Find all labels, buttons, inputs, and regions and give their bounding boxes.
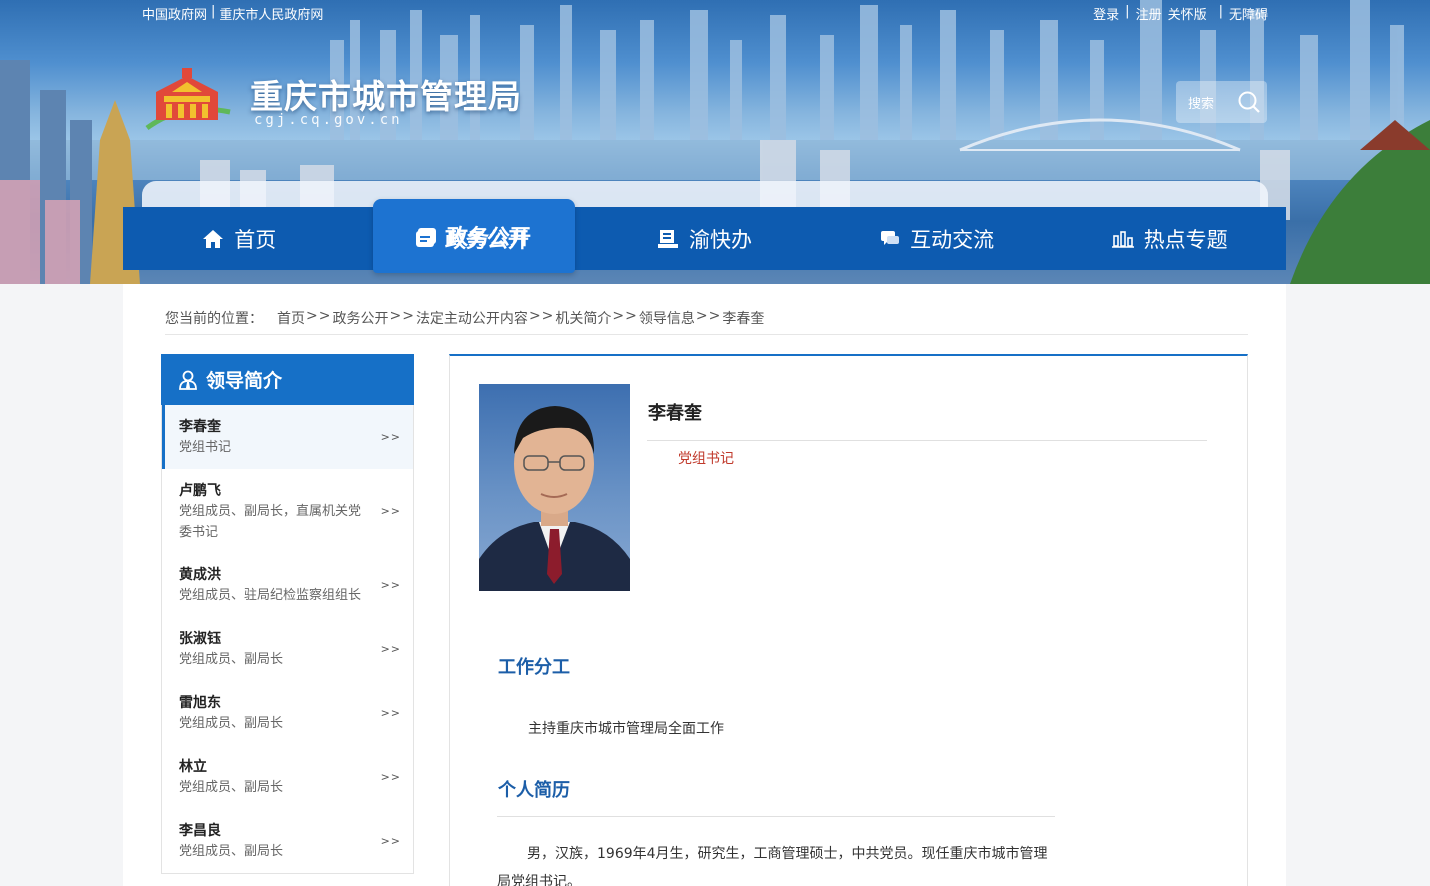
leader-item-3[interactable]: 张淑钰 党组成员、副局长 >> xyxy=(162,617,413,681)
breadcrumb-separator: >> xyxy=(612,308,638,324)
main-nav: 首页 政务公开 渝快办 互动交流 热点专题 xyxy=(123,207,1286,270)
search-label: 搜索 xyxy=(1188,96,1215,112)
service-desk-icon xyxy=(657,229,678,248)
top-link-separator: | xyxy=(1218,4,1223,19)
login-link[interactable]: 登录 xyxy=(1093,4,1119,23)
name-divider xyxy=(647,440,1207,441)
nav-gov-affairs-label: 政务公开 xyxy=(444,227,529,252)
leader-item-6[interactable]: 李昌良 党组成员、副局长 >> xyxy=(162,809,413,873)
government-building-logo xyxy=(145,68,231,131)
portrait-illustration xyxy=(479,406,630,591)
care-mode-link[interactable]: 关怀版 xyxy=(1168,4,1207,23)
nav-gov-affairs[interactable]: 政务公开 xyxy=(356,207,589,270)
chevron-right-icon: >> xyxy=(380,642,401,656)
breadcrumb-gov-affairs[interactable]: 政务公开 xyxy=(332,308,388,334)
leader-sidebar: 领导简介 李春奎 党组书记 >> 卢鹏飞 党组成员、副局长，直属机关党委书记 >… xyxy=(161,354,414,874)
nav-yukuaiban-label: 渝快办 xyxy=(688,227,752,252)
leader-position: 党组成员、副局长 xyxy=(179,780,284,795)
nav-home[interactable]: 首页 xyxy=(123,207,356,270)
leader-icon xyxy=(179,370,197,390)
breadcrumb-separator: >> xyxy=(389,308,415,324)
leader-name: 张淑钰 xyxy=(179,631,221,647)
nav-hot-topics-label: 热点专题 xyxy=(1143,227,1228,252)
breadcrumb-leader-info[interactable]: 领导信息 xyxy=(639,308,695,334)
breadcrumb-separator: >> xyxy=(306,308,332,324)
nav-yukuaiban[interactable]: 渝快办 xyxy=(588,207,821,270)
chevron-right-icon: >> xyxy=(380,770,401,784)
top-link-separator: | xyxy=(1125,4,1130,19)
leader-name: 李春奎 xyxy=(179,419,221,435)
leader-name: 李昌良 xyxy=(179,823,221,839)
leader-position: 党组书记 xyxy=(179,440,232,455)
leader-item-2[interactable]: 黄成洪 党组成员、驻局纪检监察组组长 >> xyxy=(162,553,413,617)
bar-chart-icon xyxy=(1111,230,1134,248)
home-icon xyxy=(203,229,224,248)
cq-gov-link[interactable]: 重庆市人民政府网 xyxy=(219,4,323,23)
header-banner: 中国政府网 | 重庆市人民政府网 登录 | 注册 关怀版 | 无障碍 重庆市城市… xyxy=(0,0,1430,284)
top-links-left: 中国政府网 | 重庆市人民政府网 xyxy=(142,4,323,23)
leader-position: 党组成员、副局长 xyxy=(179,844,284,859)
leader-item-0[interactable]: 李春奎 党组书记 >> xyxy=(162,405,413,469)
sidebar-header: 领导简介 xyxy=(161,354,414,405)
gov-cn-link[interactable]: 中国政府网 xyxy=(142,4,207,23)
leader-item-1[interactable]: 卢鹏飞 党组成员、副局长，直属机关党委书记 >> xyxy=(162,469,413,553)
accessibility-link[interactable]: 无障碍 xyxy=(1229,4,1268,23)
breadcrumb-separator: >> xyxy=(528,308,555,324)
leader-name: 黄成洪 xyxy=(179,567,221,583)
profile-name: 李春奎 xyxy=(648,403,702,424)
sidebar-title: 领导简介 xyxy=(206,370,283,392)
chevron-right-icon: >> xyxy=(380,706,401,720)
breadcrumb-statutory-disclosure[interactable]: 法定主动公开内容 xyxy=(416,308,528,334)
breadcrumb-separator: >> xyxy=(695,308,722,324)
nav-home-label: 首页 xyxy=(234,227,277,252)
nav-interaction-label: 互动交流 xyxy=(910,227,995,252)
leader-name: 卢鹏飞 xyxy=(179,483,221,499)
search-icon[interactable] xyxy=(1231,84,1267,120)
duty-heading: 工作分工 xyxy=(498,657,570,678)
leader-position: 党组成员、驻局纪检监察组组长 xyxy=(179,588,362,603)
leader-list: 李春奎 党组书记 >> 卢鹏飞 党组成员、副局长，直属机关党委书记 >> 黄成洪… xyxy=(162,405,413,873)
resume-divider xyxy=(497,816,1055,817)
profile-title: 党组书记 xyxy=(678,451,734,467)
chevron-right-icon: >> xyxy=(380,430,401,444)
resume-heading: 个人简历 xyxy=(498,780,570,801)
breadcrumb-current: 李春奎 xyxy=(722,311,765,327)
leader-portrait xyxy=(479,384,630,591)
leader-position: 党组成员、副局长，直属机关党委书记 xyxy=(179,504,362,540)
search-box[interactable]: 搜索 xyxy=(1176,81,1267,123)
breadcrumb: 您当前的位置： 首页 >> 政务公开 >> 法定主动公开内容 >> 机关简介 >… xyxy=(165,308,1248,335)
site-domain: cgj.cq.gov.cn xyxy=(254,112,403,128)
leader-name: 林立 xyxy=(179,759,207,775)
chevron-right-icon: >> xyxy=(380,578,401,592)
leader-position: 党组成员、副局长 xyxy=(179,652,284,667)
leader-item-5[interactable]: 林立 党组成员、副局长 >> xyxy=(162,745,413,809)
chevron-right-icon: >> xyxy=(380,504,401,518)
main-container: 您当前的位置： 首页 >> 政务公开 >> 法定主动公开内容 >> 机关简介 >… xyxy=(123,284,1286,886)
breadcrumb-prefix: 您当前的位置： xyxy=(165,311,263,327)
duty-text: 主持重庆市城市管理局全面工作 xyxy=(528,721,724,737)
leader-item-4[interactable]: 雷旭东 党组成员、副局长 >> xyxy=(162,681,413,745)
top-link-separator: | xyxy=(211,4,216,19)
breadcrumb-home[interactable]: 首页 xyxy=(277,308,305,334)
chevron-right-icon: >> xyxy=(380,834,401,848)
nav-hot-topics[interactable]: 热点专题 xyxy=(1053,207,1286,270)
nav-interaction[interactable]: 互动交流 xyxy=(821,207,1054,270)
profile-content: 李春奎 党组书记 工作分工 主持重庆市城市管理局全面工作 个人简历 男，汉族，1… xyxy=(449,354,1248,886)
site-title: 重庆市城市管理局 xyxy=(250,77,522,116)
breadcrumb-agency-intro[interactable]: 机关简介 xyxy=(555,308,611,334)
chat-icon xyxy=(881,230,900,245)
leader-position: 党组成员、副局长 xyxy=(179,716,284,731)
resume-text: 男，汉族，1969年4月生，研究生，工商管理硕士，中共党员。现任重庆市城市管理局… xyxy=(497,846,1048,886)
top-links-right: 登录 | 注册 关怀版 | 无障碍 xyxy=(1093,4,1268,23)
register-link[interactable]: 注册 xyxy=(1136,4,1162,23)
leader-name: 雷旭东 xyxy=(179,695,221,711)
document-icon xyxy=(415,230,434,247)
